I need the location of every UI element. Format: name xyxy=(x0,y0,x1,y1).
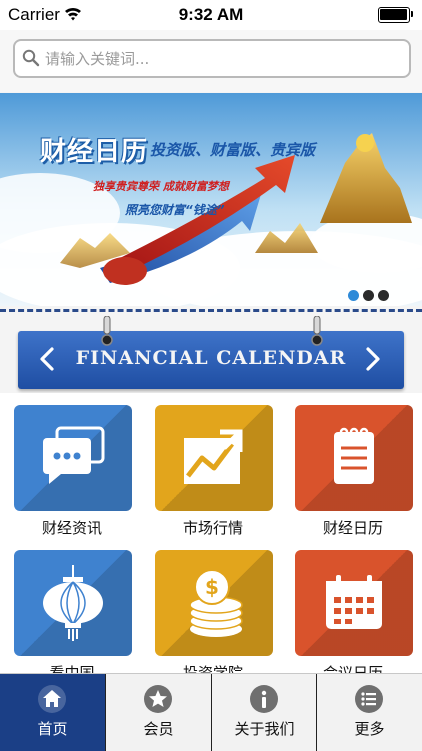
tile-label: 会议日历 xyxy=(322,664,383,673)
page-dot[interactable] xyxy=(348,290,359,301)
tab-label: 首页 xyxy=(37,720,68,738)
tab-label: 会员 xyxy=(143,720,174,738)
tab-about-us[interactable]: 关于我们 xyxy=(212,674,317,751)
status-bar: Carrier 9:32 AM xyxy=(0,0,422,30)
search-input[interactable] xyxy=(43,44,397,74)
tile-financial-news[interactable] xyxy=(14,405,132,511)
banner-artwork xyxy=(0,93,422,306)
tile-look-china[interactable] xyxy=(14,550,132,656)
clock: 9:32 AM xyxy=(178,5,244,24)
chat-bubbles-icon xyxy=(43,426,105,484)
search-area xyxy=(0,30,422,92)
tile-label: 看中国 xyxy=(49,664,95,673)
info-icon xyxy=(250,685,278,713)
home-icon xyxy=(38,685,66,713)
financial-calendar-strip[interactable]: FINANCIAL CALENDAR xyxy=(18,331,404,389)
tile-label: 财经资讯 xyxy=(41,519,102,537)
tile-label: 财经日历 xyxy=(322,519,383,537)
tab-label: 更多 xyxy=(354,720,385,738)
binder-ring-icon xyxy=(311,316,323,346)
tile-label: 市场行情 xyxy=(182,519,243,537)
tile-label: 投资学院 xyxy=(182,664,243,673)
lantern-icon xyxy=(43,565,103,641)
banner-slogan: 独享贵宾尊荣 成就财富梦想 xyxy=(93,180,229,193)
tile-financial-calendar[interactable] xyxy=(295,405,413,511)
banner-slogan-secondary: 照亮您财富“钱途” xyxy=(125,203,225,217)
tab-label: 关于我们 xyxy=(234,720,295,738)
page-dot[interactable] xyxy=(378,290,389,301)
svg-text:$: $ xyxy=(205,575,219,599)
calendar-icon xyxy=(326,575,382,629)
calendar-title: FINANCIAL CALENDAR xyxy=(75,347,347,369)
promo-banner[interactable]: 财经日历 投资版、财富版、贵宾版 独享贵宾尊荣 成就财富梦想 照亮您财富“钱途” xyxy=(0,93,422,306)
coins-icon: $ xyxy=(189,569,243,637)
trend-chart-icon xyxy=(184,429,243,484)
star-icon xyxy=(144,685,172,713)
binder-ring-icon xyxy=(101,316,113,346)
tile-meeting-calendar[interactable] xyxy=(295,550,413,656)
page-dot[interactable] xyxy=(363,290,374,301)
tab-more[interactable]: 更多 xyxy=(317,674,422,751)
search-box[interactable] xyxy=(13,39,411,78)
notepad-icon xyxy=(334,427,374,484)
banner-title: 财经日历 xyxy=(40,137,149,167)
chevron-right-icon[interactable] xyxy=(358,343,388,375)
feature-grid: 财经资讯 市场行情 财经日历 看中国 $ 投资学院 会议日历 xyxy=(0,393,422,673)
search-icon xyxy=(22,49,40,67)
tile-market-quotes[interactable] xyxy=(155,405,273,511)
battery-icon xyxy=(378,7,414,23)
dashed-divider xyxy=(0,309,422,312)
tile-investment-academy[interactable]: $ xyxy=(155,550,273,656)
tab-member[interactable]: 会员 xyxy=(106,674,211,751)
page-indicator[interactable] xyxy=(348,286,393,305)
banner-editions: 投资版、财富版、贵宾版 xyxy=(150,141,316,159)
tab-home[interactable]: 首页 xyxy=(0,674,105,751)
list-icon xyxy=(355,685,383,713)
tab-bar: 首页 会员 关于我们 更多 xyxy=(0,673,422,751)
